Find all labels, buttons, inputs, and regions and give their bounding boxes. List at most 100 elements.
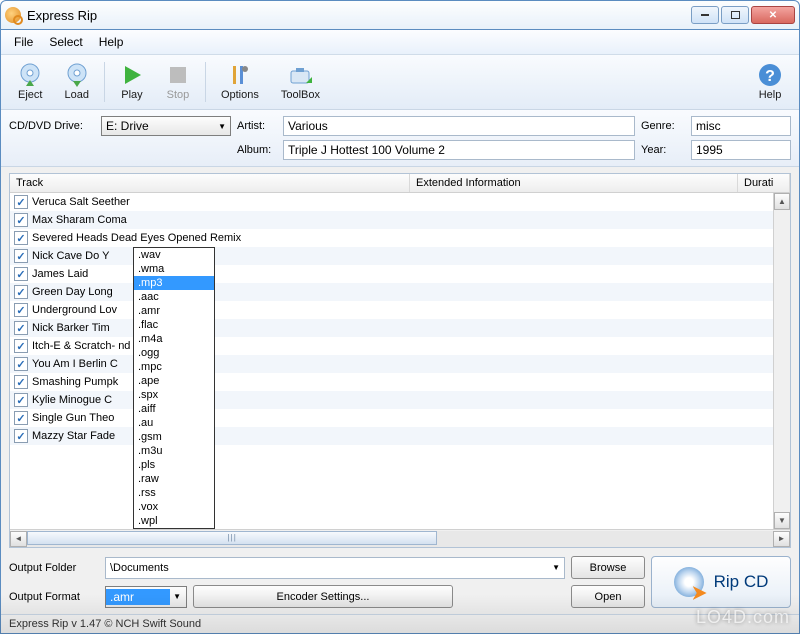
track-row[interactable]: ✓Severed Heads Dead Eyes Opened Remix3:4: [10, 229, 790, 247]
track-row[interactable]: ✓Itch-E & Scratch- nd Light4:5: [10, 337, 790, 355]
scroll-up-button[interactable]: ▲: [774, 193, 790, 210]
vertical-scrollbar[interactable]: ▲ ▼: [773, 193, 790, 529]
track-checkbox[interactable]: ✓: [14, 285, 28, 299]
output-format-select[interactable]: .amr ▼: [105, 586, 187, 608]
output-folder-label: Output Folder: [9, 562, 99, 574]
col-extended[interactable]: Extended Information: [410, 174, 738, 192]
format-option[interactable]: .mp3: [134, 276, 214, 290]
format-option[interactable]: .mpc: [134, 360, 214, 374]
format-option[interactable]: .au: [134, 416, 214, 430]
format-option[interactable]: .ogg: [134, 346, 214, 360]
track-checkbox[interactable]: ✓: [14, 195, 28, 209]
drive-select[interactable]: E: Drive ▼: [101, 116, 231, 136]
track-name: James Laid: [32, 268, 412, 280]
col-duration[interactable]: Durati: [738, 174, 790, 192]
format-option[interactable]: .rss: [134, 486, 214, 500]
track-name: Max Sharam Coma: [32, 214, 412, 226]
menu-select[interactable]: Select: [42, 33, 89, 51]
track-row[interactable]: ✓Kylie Minogue C5:5: [10, 391, 790, 409]
track-checkbox[interactable]: ✓: [14, 375, 28, 389]
track-name: Smashing Pumpk: [32, 376, 412, 388]
scroll-right-button[interactable]: ►: [773, 531, 790, 547]
format-option[interactable]: .vox: [134, 500, 214, 514]
track-name: Single Gun Theo: [32, 412, 412, 424]
track-checkbox[interactable]: ✓: [14, 231, 28, 245]
track-row[interactable]: ✓Veruca Salt Seether3:1: [10, 193, 790, 211]
titlebar: Express Rip ✕: [0, 0, 800, 30]
horizontal-scrollbar[interactable]: ◄ ||| ►: [10, 529, 790, 547]
play-button[interactable]: Play: [109, 59, 155, 105]
maximize-button[interactable]: [721, 6, 749, 24]
track-row[interactable]: ✓Green Day Long3:5: [10, 283, 790, 301]
toolbox-icon: [288, 63, 312, 87]
track-row[interactable]: ✓Underground Lov4:5: [10, 301, 790, 319]
format-option[interactable]: .wpl: [134, 514, 214, 528]
cd-eject-icon: [18, 63, 42, 87]
rip-cd-button[interactable]: Rip CD: [651, 556, 791, 608]
menu-help[interactable]: Help: [92, 33, 131, 51]
artist-input[interactable]: [283, 116, 635, 136]
minimize-button[interactable]: [691, 6, 719, 24]
help-button[interactable]: ? Help: [747, 59, 793, 105]
format-option[interactable]: .aac: [134, 290, 214, 304]
track-checkbox[interactable]: ✓: [14, 357, 28, 371]
format-option[interactable]: .ape: [134, 374, 214, 388]
format-option[interactable]: .spx: [134, 388, 214, 402]
track-row[interactable]: ✓You Am I Berlin C2:3: [10, 355, 790, 373]
stop-button[interactable]: Stop: [155, 59, 201, 105]
track-row[interactable]: ✓Single Gun Theo4:0: [10, 409, 790, 427]
open-button[interactable]: Open: [571, 585, 645, 608]
format-dropdown-popup[interactable]: .wav.wma.mp3.aac.amr.flac.m4a.ogg.mpc.ap…: [133, 247, 215, 529]
track-checkbox[interactable]: ✓: [14, 321, 28, 335]
bottom-panel: Output Folder \Documents ▼ Browse Rip CD…: [1, 550, 799, 614]
format-option[interactable]: .amr: [134, 304, 214, 318]
format-option[interactable]: .m4a: [134, 332, 214, 346]
track-row[interactable]: ✓Nick Barker Tim5:1: [10, 319, 790, 337]
options-button[interactable]: Options: [210, 59, 270, 105]
track-list: Track Extended Information Durati ▲ ▼ ✓V…: [9, 173, 791, 548]
year-input[interactable]: [691, 140, 791, 160]
track-checkbox[interactable]: ✓: [14, 411, 28, 425]
format-option[interactable]: .raw: [134, 472, 214, 486]
scroll-down-button[interactable]: ▼: [774, 512, 790, 529]
track-checkbox[interactable]: ✓: [14, 267, 28, 281]
browse-button[interactable]: Browse: [571, 556, 645, 579]
track-checkbox[interactable]: ✓: [14, 339, 28, 353]
format-option[interactable]: .m3u: [134, 444, 214, 458]
track-row[interactable]: ✓Mazzy Star Fade4:5: [10, 427, 790, 445]
format-option[interactable]: .flac: [134, 318, 214, 332]
track-checkbox[interactable]: ✓: [14, 429, 28, 443]
scroll-thumb[interactable]: |||: [27, 531, 437, 545]
encoder-settings-button[interactable]: Encoder Settings...: [193, 585, 453, 608]
close-button[interactable]: ✕: [751, 6, 795, 24]
output-folder-field[interactable]: \Documents ▼: [105, 557, 565, 579]
track-checkbox[interactable]: ✓: [14, 303, 28, 317]
toolbox-button[interactable]: ToolBox: [270, 59, 331, 105]
format-option[interactable]: .pls: [134, 458, 214, 472]
format-option[interactable]: .aiff: [134, 402, 214, 416]
stop-icon: [166, 63, 190, 87]
metadata-bar: CD/DVD Drive: E: Drive ▼ Artist: Genre: …: [1, 110, 799, 167]
track-checkbox[interactable]: ✓: [14, 393, 28, 407]
format-option[interactable]: .wma: [134, 262, 214, 276]
track-row[interactable]: ✓Smashing Pumpk3:2: [10, 373, 790, 391]
track-row[interactable]: ✓Nick Cave Do Y5:5: [10, 247, 790, 265]
load-button[interactable]: Load: [53, 59, 99, 105]
menu-file[interactable]: File: [7, 33, 40, 51]
scroll-left-button[interactable]: ◄: [10, 531, 27, 547]
format-option[interactable]: .wav: [134, 248, 214, 262]
format-option[interactable]: .gsm: [134, 430, 214, 444]
album-input[interactable]: [283, 140, 635, 160]
chevron-down-icon: ▼: [552, 563, 560, 572]
track-row[interactable]: ✓Max Sharam Coma3:4: [10, 211, 790, 229]
genre-input[interactable]: [691, 116, 791, 136]
drive-label: CD/DVD Drive:: [9, 120, 95, 132]
track-checkbox[interactable]: ✓: [14, 249, 28, 263]
track-checkbox[interactable]: ✓: [14, 213, 28, 227]
status-bar: Express Rip v 1.47 © NCH Swift Sound: [1, 614, 799, 633]
track-name: Nick Barker Tim: [32, 322, 412, 334]
chevron-down-icon: ▼: [218, 122, 226, 131]
eject-button[interactable]: Eject: [7, 59, 53, 105]
col-track[interactable]: Track: [10, 174, 410, 192]
track-row[interactable]: ✓James Laid2:1: [10, 265, 790, 283]
